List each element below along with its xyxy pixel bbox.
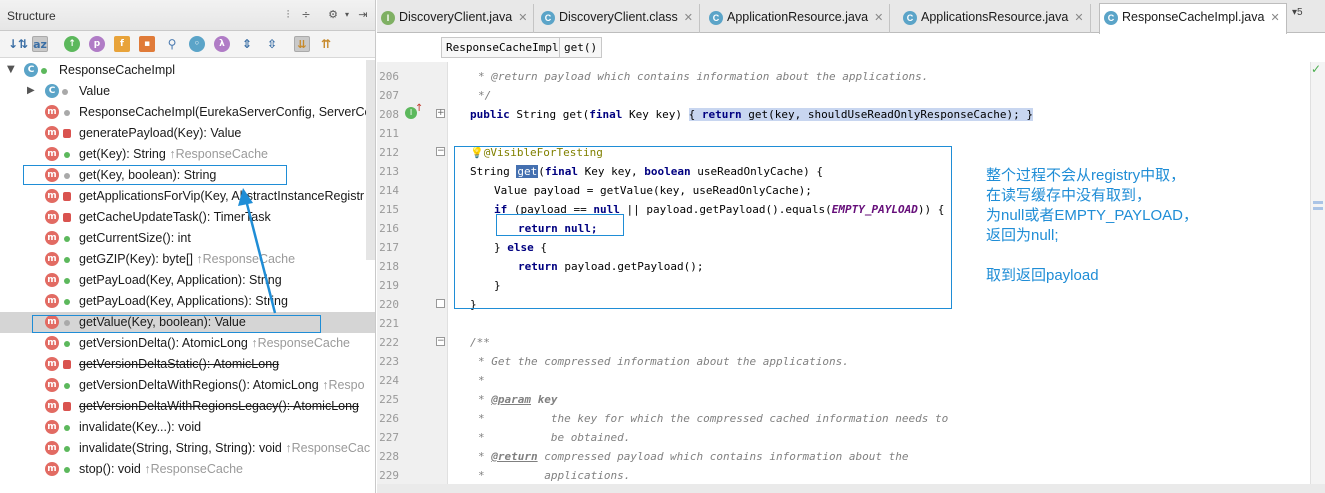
note-line: 返回为null; (986, 227, 1059, 244)
note-line: 为null或者EMPTY_PAYLOAD， (986, 207, 1198, 224)
note-line: 整个过程不会从registry中取， (986, 167, 1186, 184)
note-line (986, 246, 1198, 266)
note-line: 取到返回payload (986, 267, 1099, 284)
annotation-note: 整个过程不会从registry中取， 在读写缓存中没有取到， 为null或者EM… (986, 166, 1198, 286)
note-line: 在读写缓存中没有取到， (986, 187, 1152, 204)
